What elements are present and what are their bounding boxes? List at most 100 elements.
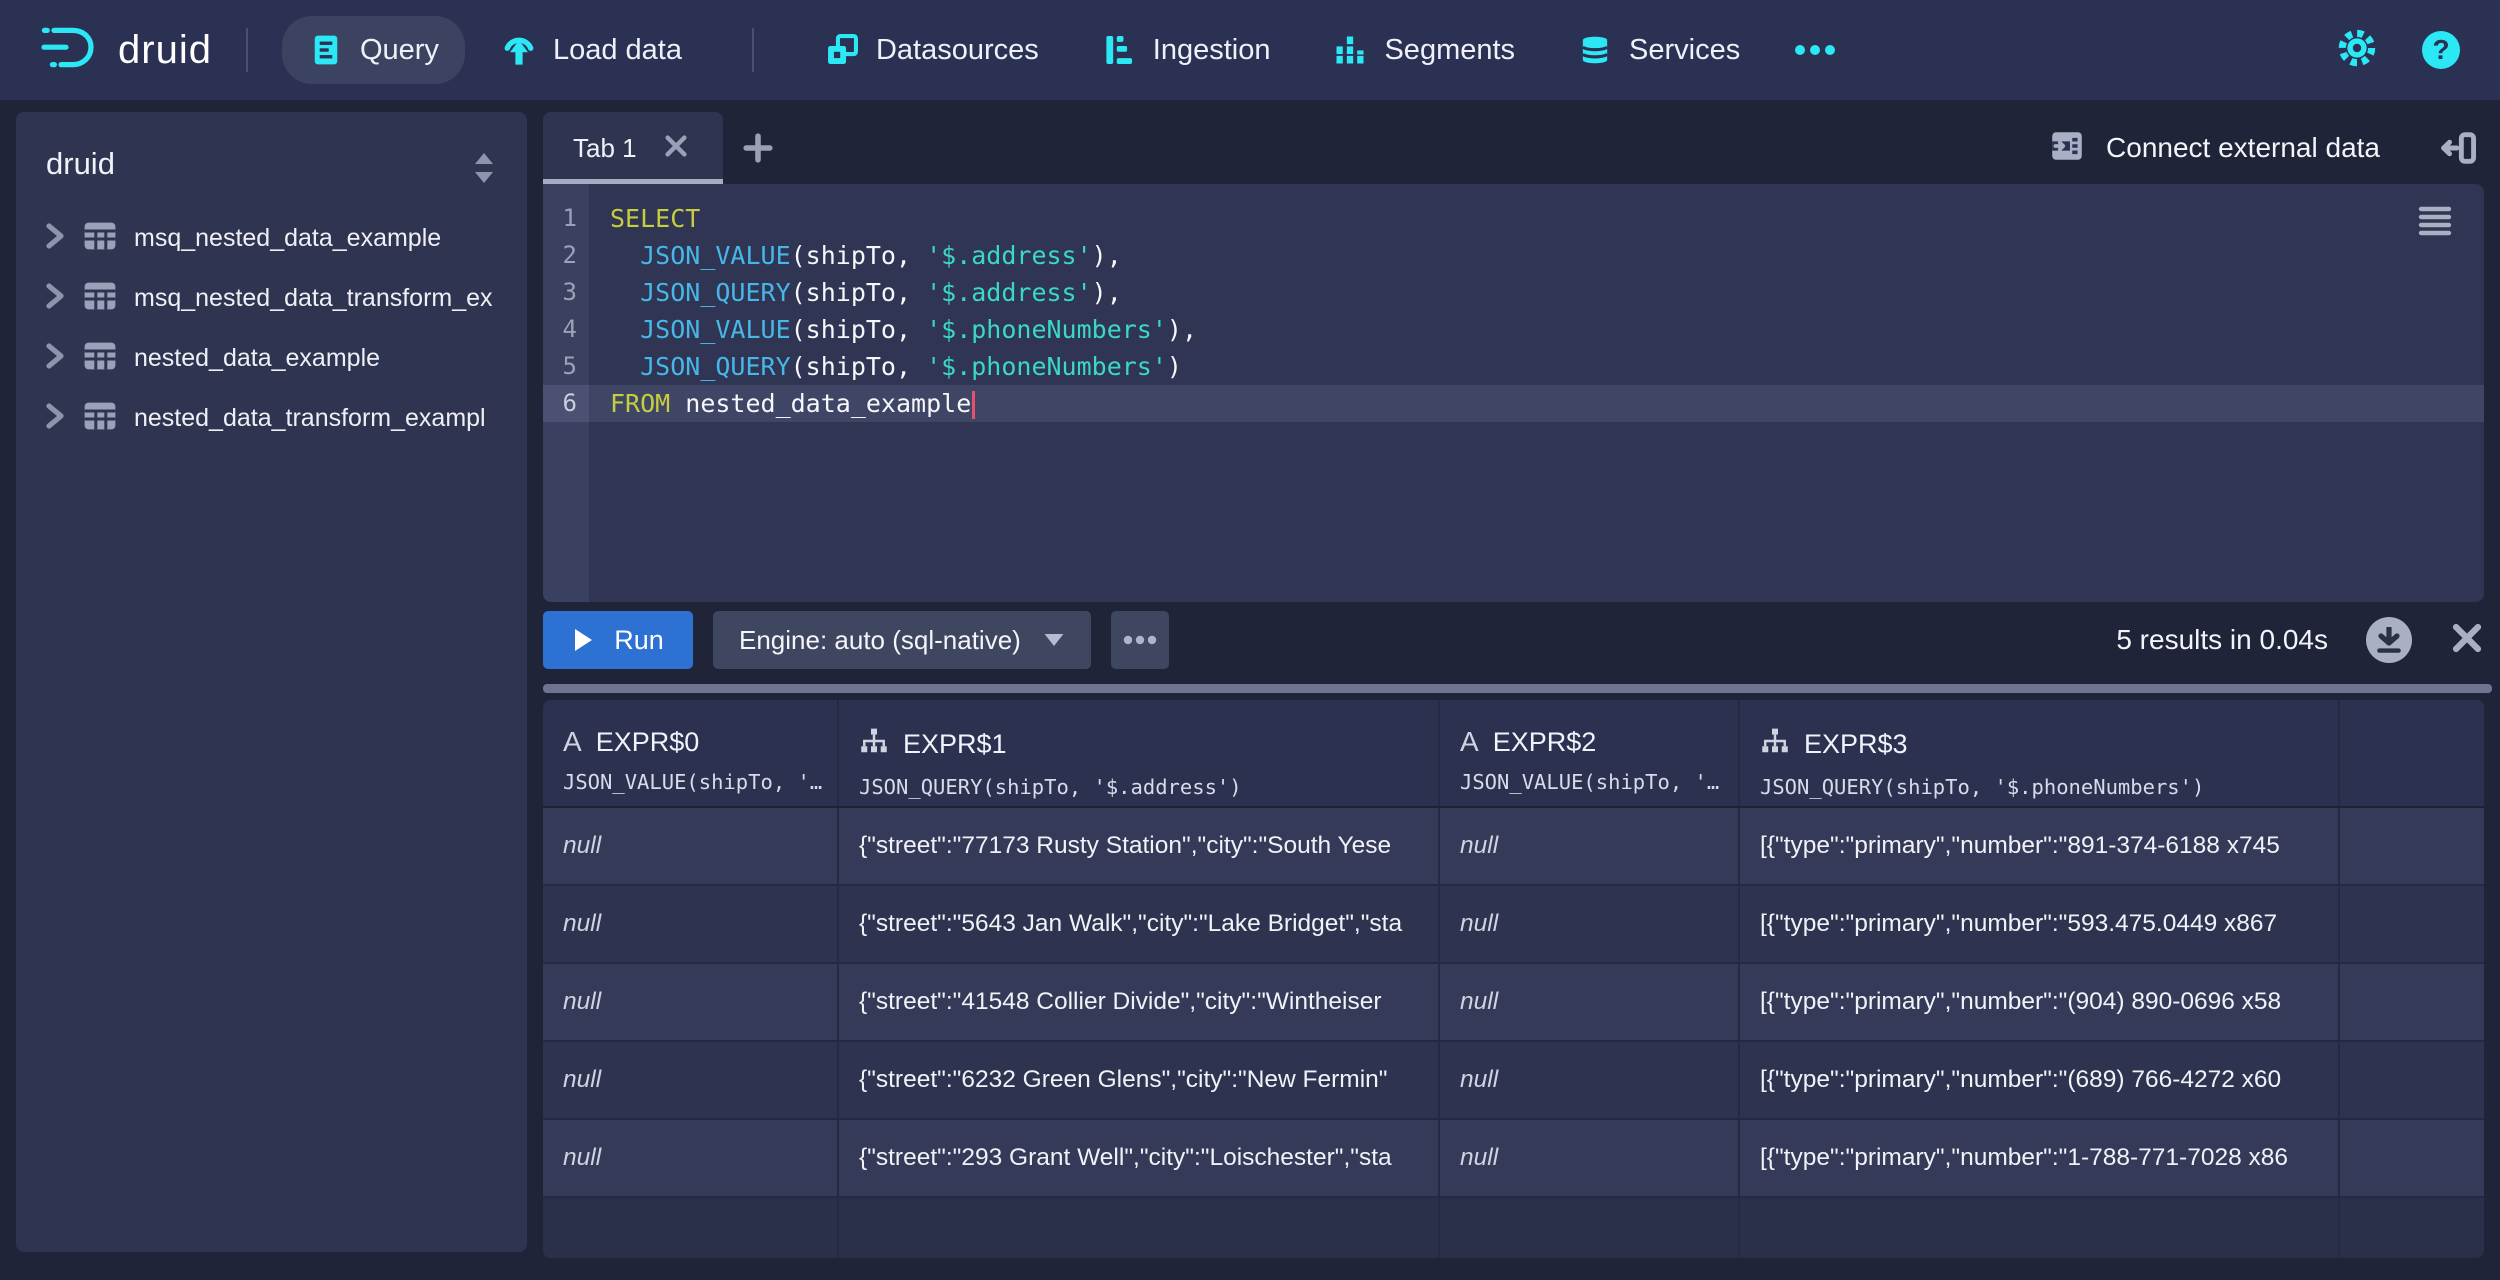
chevron-right-icon[interactable] bbox=[44, 223, 66, 254]
code-line-4[interactable]: JSON_VALUE(shipTo, '$.phoneNumbers'), bbox=[589, 311, 2484, 348]
table-name-label: msq_nested_data_transform_ex bbox=[134, 284, 493, 313]
table-cell[interactable]: null bbox=[543, 964, 839, 1042]
nav-item-query[interactable]: Query bbox=[282, 16, 465, 84]
table-cell[interactable]: null bbox=[543, 1120, 839, 1198]
code-token: ), bbox=[1167, 315, 1197, 344]
column-header-EXPR$0[interactable]: AEXPR$0JSON_VALUE(shipTo, '… bbox=[543, 700, 839, 806]
column-name: EXPR$3 bbox=[1804, 729, 1908, 760]
table-cell-empty bbox=[543, 1198, 839, 1258]
tree-item-msq_nested_data_transform_ex[interactable]: msq_nested_data_transform_ex bbox=[16, 268, 527, 328]
editor-code-area[interactable]: SELECT JSON_VALUE(shipTo, '$.address'), … bbox=[589, 184, 2484, 602]
table-cell-empty bbox=[2340, 1042, 2484, 1120]
table-row: null{"street":"77173 Rusty Station","cit… bbox=[543, 808, 2484, 886]
table-cell-empty bbox=[2340, 1120, 2484, 1198]
table-cell[interactable]: null bbox=[1440, 808, 1740, 886]
table-cell[interactable]: [{"type":"primary","number":"1-788-771-7… bbox=[1740, 1120, 2340, 1198]
nav-item-more[interactable] bbox=[1776, 28, 1854, 72]
code-token: '$.phoneNumbers' bbox=[926, 352, 1167, 381]
editor-menu-icon[interactable] bbox=[2416, 204, 2454, 243]
table-cell[interactable]: [{"type":"primary","number":"593.475.044… bbox=[1740, 886, 2340, 964]
table-cell[interactable]: null bbox=[1440, 964, 1740, 1042]
run-play-icon bbox=[572, 627, 594, 653]
table-cell[interactable]: null bbox=[543, 1042, 839, 1120]
code-line-6[interactable]: FROM nested_data_example bbox=[589, 385, 2484, 422]
table-cell[interactable]: null bbox=[1440, 1120, 1740, 1198]
nav-item-segments[interactable]: Segments bbox=[1306, 16, 1541, 84]
download-results-icon[interactable] bbox=[2366, 617, 2412, 663]
table-cell[interactable]: {"street":"5643 Jan Walk","city":"Lake B… bbox=[839, 886, 1440, 964]
code-token: '$.address' bbox=[926, 241, 1092, 270]
table-cell-empty bbox=[2340, 808, 2484, 886]
code-line-3[interactable]: JSON_QUERY(shipTo, '$.address'), bbox=[589, 274, 2484, 311]
table-cell[interactable]: {"street":"293 Grant Well","city":"Loisc… bbox=[839, 1120, 1440, 1198]
double-caret-vertical-icon[interactable] bbox=[469, 150, 499, 194]
code-token: SELECT bbox=[610, 204, 700, 233]
code-token: nested_data_example bbox=[670, 389, 971, 418]
help-icon[interactable]: ? bbox=[2422, 31, 2460, 69]
tree-item-msq_nested_data_example[interactable]: msq_nested_data_example bbox=[16, 208, 527, 268]
run-button[interactable]: Run bbox=[543, 611, 693, 669]
nested-type-icon bbox=[1760, 726, 1790, 763]
more-icon bbox=[1794, 44, 1836, 56]
code-line-2[interactable]: JSON_VALUE(shipTo, '$.address'), bbox=[589, 237, 2484, 274]
code-line-1[interactable]: SELECT bbox=[589, 200, 2484, 237]
code-token: (shipTo, bbox=[791, 241, 926, 270]
column-header-EXPR$3[interactable]: EXPR$3JSON_QUERY(shipTo, '$.phoneNumbers… bbox=[1740, 700, 2340, 806]
nav-item-ingestion[interactable]: Ingestion bbox=[1075, 16, 1297, 84]
table-cell[interactable]: [{"type":"primary","number":"(689) 766-4… bbox=[1740, 1042, 2340, 1120]
table-cell[interactable]: [{"type":"primary","number":"(904) 890-0… bbox=[1740, 964, 2340, 1042]
close-results-icon[interactable] bbox=[2450, 621, 2484, 660]
more-dots-icon bbox=[1123, 635, 1157, 645]
table-row: null{"street":"5643 Jan Walk","city":"La… bbox=[543, 886, 2484, 964]
column-header-EXPR$1[interactable]: EXPR$1JSON_QUERY(shipTo, '$.address') bbox=[839, 700, 1440, 806]
table-row: null{"street":"6232 Green Glens","city":… bbox=[543, 1042, 2484, 1120]
code-token: (shipTo, bbox=[791, 315, 926, 344]
nav-item-label: Load data bbox=[553, 34, 682, 67]
line-number: 2 bbox=[543, 237, 589, 274]
table-cell[interactable]: null bbox=[1440, 886, 1740, 964]
column-header-EXPR$2[interactable]: AEXPR$2JSON_VALUE(shipTo, '… bbox=[1440, 700, 1740, 806]
code-token: ) bbox=[1167, 352, 1182, 381]
tree-item-nested_data_example[interactable]: nested_data_example bbox=[16, 328, 527, 388]
nav-item-label: Segments bbox=[1384, 34, 1515, 67]
code-line-5[interactable]: JSON_QUERY(shipTo, '$.phoneNumbers') bbox=[589, 348, 2484, 385]
settings-gear-icon[interactable] bbox=[2336, 27, 2378, 74]
table-cell[interactable]: {"street":"6232 Green Glens","city":"New… bbox=[839, 1042, 1440, 1120]
druid-logo[interactable]: druid bbox=[38, 22, 212, 79]
topbar-divider bbox=[752, 28, 754, 72]
string-type-icon: A bbox=[1460, 726, 1479, 758]
connect-external-data-button[interactable]: Connect external data bbox=[2048, 127, 2380, 170]
query-more-options-button[interactable] bbox=[1111, 611, 1169, 669]
results-splitter-handle[interactable] bbox=[543, 684, 2492, 693]
tree-item-nested_data_transform_exampl[interactable]: nested_data_transform_exampl bbox=[16, 388, 527, 448]
column-expression: JSON_VALUE(shipTo, '… bbox=[563, 770, 821, 794]
table-cell[interactable]: {"street":"77173 Rusty Station","city":"… bbox=[839, 808, 1440, 886]
sql-editor[interactable]: 123456 SELECT JSON_VALUE(shipTo, '$.addr… bbox=[543, 184, 2484, 602]
table-row: null{"street":"41548 Collier Divide","ci… bbox=[543, 964, 2484, 1042]
chevron-right-icon[interactable] bbox=[44, 343, 66, 374]
nav-item-services[interactable]: Services bbox=[1551, 16, 1766, 84]
hide-panel-toggle-icon[interactable] bbox=[2438, 128, 2478, 168]
chevron-right-icon[interactable] bbox=[44, 403, 66, 434]
nav-item-label: Datasources bbox=[876, 34, 1039, 67]
table-cell[interactable]: null bbox=[543, 886, 839, 964]
table-name-label: nested_data_example bbox=[134, 344, 380, 373]
datasources-icon bbox=[824, 32, 860, 68]
table-cell[interactable]: null bbox=[1440, 1042, 1740, 1120]
tab-close-icon[interactable] bbox=[663, 133, 689, 164]
druid-logo-icon bbox=[38, 22, 100, 79]
table-cell-empty bbox=[1440, 1198, 1740, 1258]
column-header-empty bbox=[2340, 700, 2484, 806]
engine-select-dropdown[interactable]: Engine: auto (sql-native) bbox=[713, 611, 1091, 669]
schema-tree-panel: druid msq_nested_data_examplemsq_nested_… bbox=[16, 112, 527, 1252]
table-cell-empty bbox=[839, 1198, 1440, 1258]
table-cell[interactable]: [{"type":"primary","number":"891-374-618… bbox=[1740, 808, 2340, 886]
table-cell[interactable]: {"street":"41548 Collier Divide","city":… bbox=[839, 964, 1440, 1042]
tab-tab1[interactable]: Tab 1 bbox=[543, 112, 723, 184]
table-cell[interactable]: null bbox=[543, 808, 839, 886]
add-tab-button[interactable] bbox=[723, 112, 793, 184]
nav-item-datasources[interactable]: Datasources bbox=[798, 16, 1065, 84]
code-token bbox=[610, 315, 640, 344]
chevron-right-icon[interactable] bbox=[44, 283, 66, 314]
nav-item-load-data[interactable]: Load data bbox=[475, 16, 708, 84]
